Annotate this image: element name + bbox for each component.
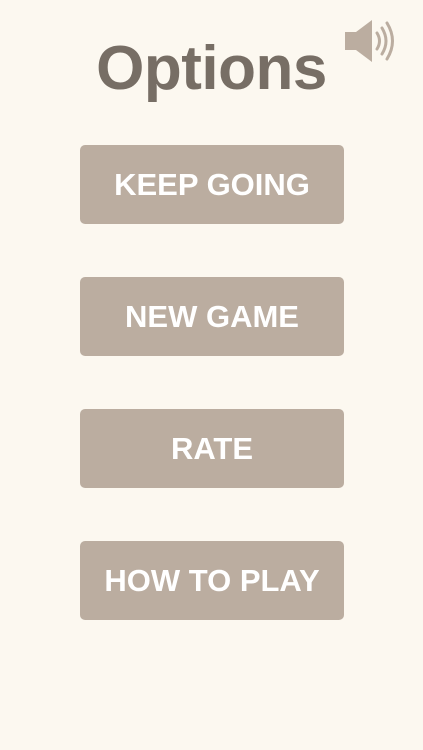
options-menu: KEEP GOING NEW GAME RATE HOW TO PLAY xyxy=(80,145,344,673)
speaker-volume-icon xyxy=(345,20,394,62)
rate-button[interactable]: RATE xyxy=(80,409,344,488)
how-to-play-button[interactable]: HOW TO PLAY xyxy=(80,541,344,620)
new-game-button[interactable]: NEW GAME xyxy=(80,277,344,356)
keep-going-button[interactable]: KEEP GOING xyxy=(80,145,344,224)
sound-toggle-button[interactable] xyxy=(342,18,400,64)
